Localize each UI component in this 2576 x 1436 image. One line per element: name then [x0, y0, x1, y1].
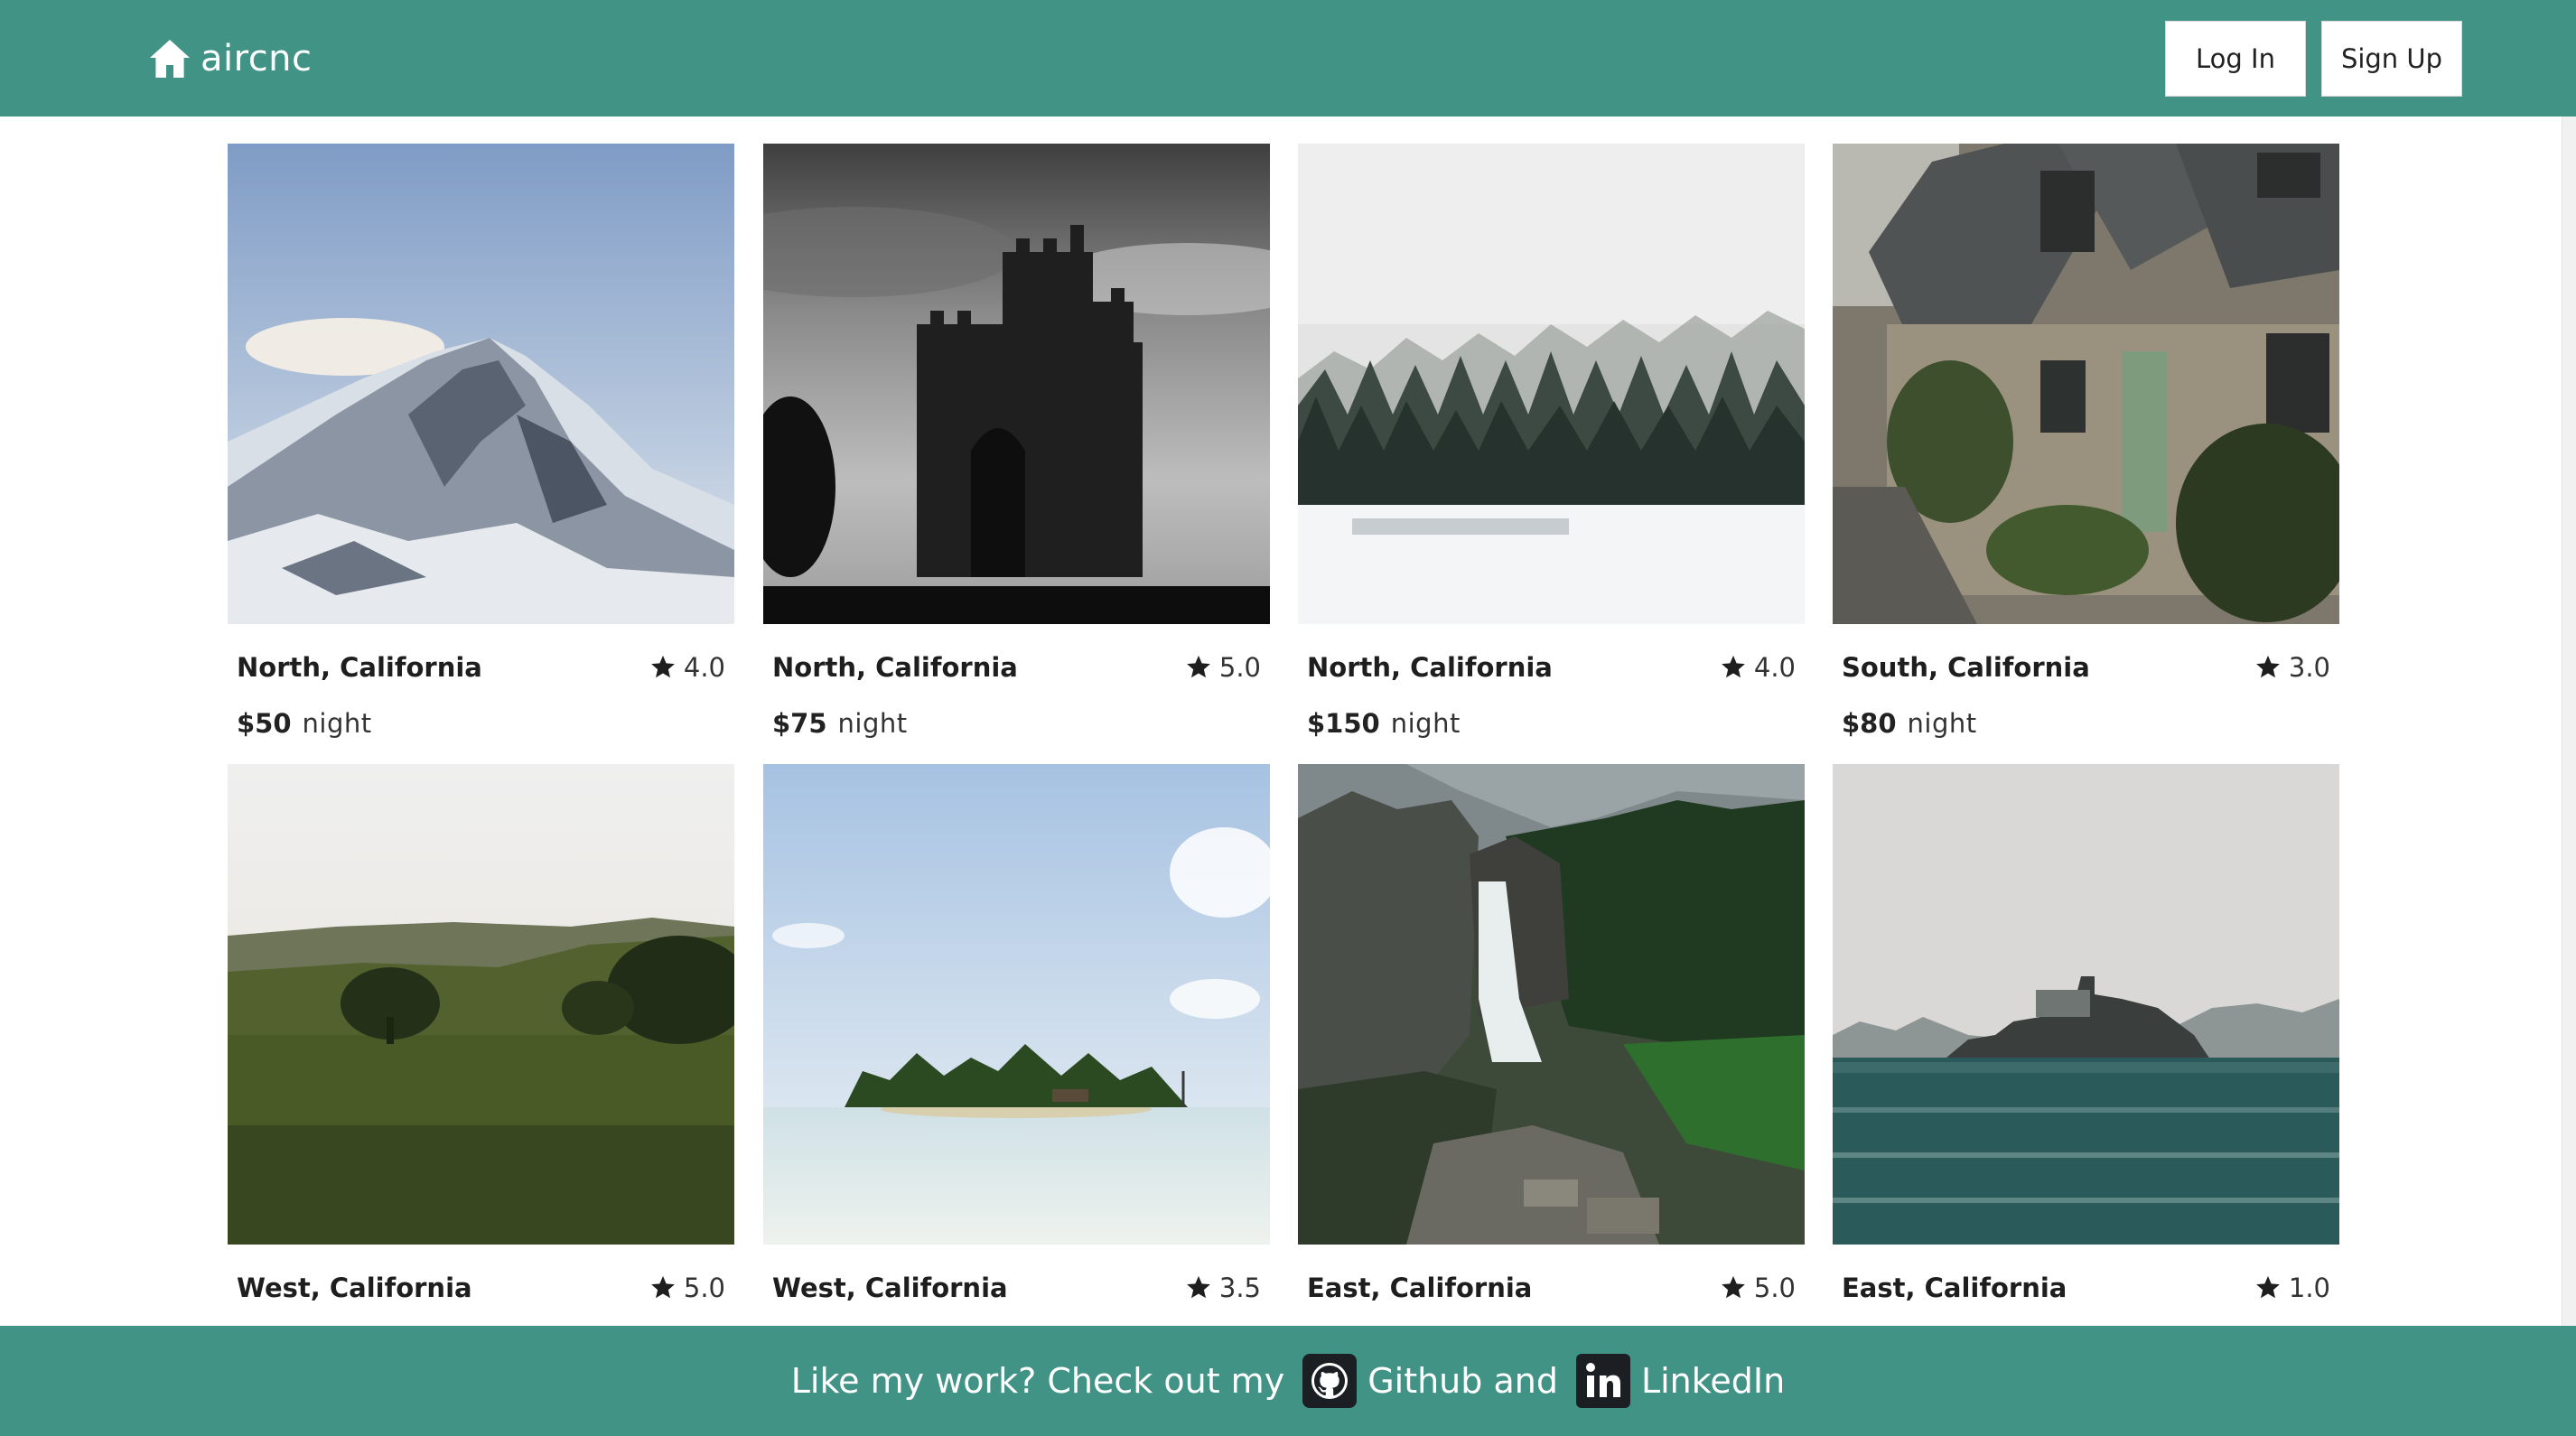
- star-icon: [651, 1275, 675, 1299]
- navbar: aircnc Log In Sign Up: [0, 0, 2576, 117]
- listing-image-castle[interactable]: [763, 144, 1270, 624]
- home-logo-link[interactable]: aircnc: [148, 33, 313, 85]
- linkedin-label: LinkedIn: [1640, 1361, 1786, 1401]
- rating-value: 1.0: [2288, 1273, 2330, 1303]
- rating-value: 5.0: [1753, 1273, 1796, 1303]
- linkedin-icon: [1575, 1354, 1630, 1408]
- github-link[interactable]: Github and: [1301, 1352, 1558, 1410]
- rating-value: 5.0: [683, 1273, 725, 1303]
- home-icon: [150, 40, 190, 78]
- rating-value: 4.0: [683, 652, 725, 683]
- rating-value: 3.5: [1218, 1273, 1261, 1303]
- listing-info-row: North, California 5.0: [772, 649, 1261, 685]
- star-icon: [1722, 1275, 1745, 1299]
- listing-card[interactable]: South, California 3.0 $80 night: [1833, 144, 2339, 739]
- listing-location: North, California: [1307, 652, 1553, 683]
- listing-price-row: $50 night: [237, 705, 372, 741]
- listing-card[interactable]: West, California 5.0: [228, 764, 734, 1303]
- listing-price-row: $150 night: [1307, 705, 1461, 741]
- listing-image-green-meadow[interactable]: [228, 764, 734, 1245]
- star-icon: [1187, 1275, 1210, 1299]
- listing-info-row: North, California 4.0: [237, 649, 725, 685]
- listing-image-snowy-forest[interactable]: [1298, 144, 1805, 624]
- listing-image-snowy-mountain[interactable]: [228, 144, 734, 624]
- star-icon: [651, 655, 675, 678]
- listing-info-row: East, California 5.0: [1307, 1270, 1796, 1306]
- listing-rating: 1.0: [2254, 1273, 2330, 1303]
- listing-price-row: $80 night: [1842, 705, 1977, 741]
- listing-location: West, California: [237, 1273, 472, 1303]
- listing-card[interactable]: West, California 3.5: [763, 764, 1270, 1303]
- star-icon: [2256, 1275, 2280, 1299]
- star-icon: [1722, 655, 1745, 678]
- listing-location: North, California: [237, 652, 482, 683]
- footer: Like my work? Check out my Github and Li…: [0, 1326, 2576, 1436]
- listing-price-row: $75 night: [772, 705, 908, 741]
- listing-rating: 5.0: [649, 1273, 725, 1303]
- listing-card[interactable]: North, California 4.0 $150 night: [1298, 144, 1805, 739]
- signup-button[interactable]: Sign Up: [2321, 21, 2462, 97]
- price-unit: night: [837, 708, 908, 739]
- login-button[interactable]: Log In: [2165, 21, 2306, 97]
- listing-rating: 3.0: [2254, 652, 2330, 683]
- price-unit: night: [1390, 708, 1461, 739]
- listing-card[interactable]: North, California 4.0 $50 night: [228, 144, 734, 739]
- listing-location: East, California: [1842, 1273, 2067, 1303]
- page-scrollbar[interactable]: [2562, 117, 2576, 1326]
- listing-rating: 5.0: [1185, 652, 1261, 683]
- linkedin-link[interactable]: LinkedIn: [1574, 1352, 1785, 1410]
- listing-image-waterfall[interactable]: [1298, 764, 1805, 1245]
- github-icon: [1302, 1354, 1358, 1408]
- footer-text: Like my work? Check out my: [790, 1361, 1285, 1401]
- rating-value: 4.0: [1753, 652, 1796, 683]
- listing-info-row: West, California 3.5: [772, 1270, 1261, 1306]
- listing-rating: 4.0: [1720, 652, 1796, 683]
- rating-value: 5.0: [1218, 652, 1261, 683]
- price-unit: night: [1907, 708, 1977, 739]
- logo-text: aircnc: [201, 38, 313, 79]
- star-icon: [2256, 655, 2280, 678]
- listing-price: $75: [772, 708, 827, 739]
- listing-location: East, California: [1307, 1273, 1533, 1303]
- github-label: Github and: [1367, 1361, 1558, 1401]
- listing-price: $150: [1307, 708, 1380, 739]
- listing-location: West, California: [772, 1273, 1008, 1303]
- rating-value: 3.0: [2288, 652, 2330, 683]
- listing-rating: 3.5: [1185, 1273, 1261, 1303]
- listing-location: South, California: [1842, 652, 2090, 683]
- listing-rating: 4.0: [649, 652, 725, 683]
- listing-price: $50: [237, 708, 292, 739]
- listing-card[interactable]: East, California 1.0: [1833, 764, 2339, 1303]
- star-icon: [1187, 655, 1210, 678]
- listing-info-row: North, California 4.0: [1307, 649, 1796, 685]
- listing-card[interactable]: East, California 5.0: [1298, 764, 1805, 1303]
- listing-image-alcatraz-island[interactable]: [1833, 764, 2339, 1245]
- listing-info-row: East, California 1.0: [1842, 1270, 2330, 1306]
- listing-location: North, California: [772, 652, 1018, 683]
- listing-price: $80: [1842, 708, 1897, 739]
- listing-info-row: South, California 3.0: [1842, 649, 2330, 685]
- listing-info-row: West, California 5.0: [237, 1270, 725, 1306]
- listing-card[interactable]: North, California 5.0 $75 night: [763, 144, 1270, 739]
- listing-image-stone-cottages[interactable]: [1833, 144, 2339, 624]
- price-unit: night: [302, 708, 372, 739]
- listing-image-tropical-island[interactable]: [763, 764, 1270, 1245]
- listing-rating: 5.0: [1720, 1273, 1796, 1303]
